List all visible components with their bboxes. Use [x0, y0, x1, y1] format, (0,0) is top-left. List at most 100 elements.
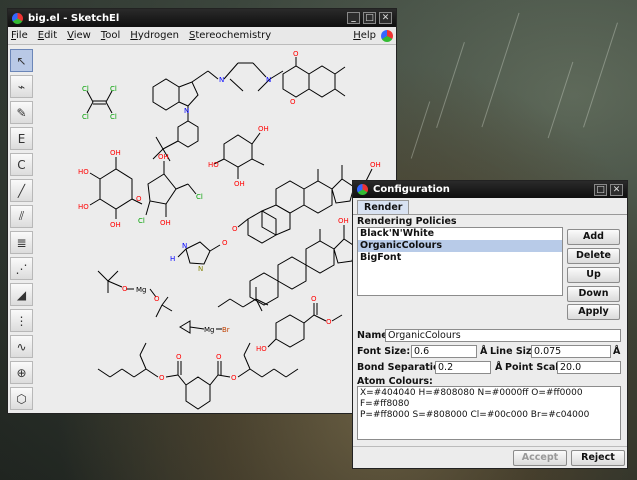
tool-button[interactable]: ⌁ — [10, 75, 33, 98]
atom-label: Mg — [136, 286, 146, 294]
policy-list[interactable]: Black'N'White OrganicColours BigFont — [357, 227, 563, 296]
tool-button[interactable]: ⬡ — [10, 387, 33, 410]
bond — [331, 314, 343, 322]
point-scale-field[interactable]: 20.0 — [557, 361, 621, 374]
menu-help[interactable]: Help — [353, 30, 376, 41]
atom-label: OH — [158, 153, 169, 161]
atom-label: Br — [222, 326, 230, 334]
bond — [207, 70, 219, 80]
bond — [86, 101, 94, 114]
atom-label: Cl — [110, 113, 117, 121]
list-item[interactable]: Black'N'White — [358, 228, 562, 240]
bond — [189, 326, 205, 330]
line-size-unit: Å — [613, 346, 621, 357]
bond — [251, 132, 261, 145]
ring — [99, 168, 133, 210]
atom-label: O — [232, 225, 238, 233]
down-button[interactable]: Down — [567, 286, 620, 302]
ring — [185, 376, 211, 410]
main-titlebar[interactable]: big.el - SketchEl _ □ ✕ — [8, 9, 396, 27]
bond-separation-field[interactable]: 0.2 — [435, 361, 491, 374]
ring-template-icon: ⬡ — [16, 391, 27, 406]
list-item-selected[interactable]: OrganicColours — [358, 240, 562, 252]
ring — [277, 256, 307, 290]
help-icon — [381, 29, 393, 42]
tool-button[interactable]: ⋰ — [10, 257, 33, 280]
ring — [282, 65, 310, 98]
atom-label: Mg — [204, 326, 214, 334]
maximize-button[interactable]: □ — [363, 12, 376, 24]
bond — [273, 368, 287, 378]
double-bond-icon: ⫽ — [18, 209, 25, 223]
delete-button[interactable]: Delete — [567, 248, 620, 264]
ring — [308, 65, 336, 98]
ring — [275, 180, 305, 214]
font-size-field[interactable]: 0.6 — [411, 345, 477, 358]
close-button[interactable]: ✕ — [610, 183, 623, 196]
eraser-tool-icon: ✎ — [16, 105, 27, 120]
maximize-button[interactable]: □ — [594, 183, 607, 196]
molecule-canvas[interactable]: Cl Cl Cl Cl N N N O O OH OH HO OH HO HO … — [38, 49, 394, 411]
menu-stereochemistry[interactable]: Stereochemistry — [189, 30, 271, 41]
bond — [139, 354, 147, 370]
menu-tool[interactable]: Tool — [101, 30, 120, 41]
ring — [179, 320, 191, 334]
tool-button[interactable]: ↖ — [10, 49, 33, 72]
close-button[interactable]: ✕ — [379, 12, 392, 24]
tool-button[interactable]: ⫽ — [10, 205, 33, 228]
menu-view[interactable]: View — [67, 30, 91, 41]
bond — [105, 101, 113, 114]
reject-button[interactable]: Reject — [571, 450, 625, 466]
atom-label: O — [293, 50, 299, 58]
atom-label: O — [216, 353, 222, 361]
atom-label: O — [222, 239, 228, 247]
config-titlebar[interactable]: Configuration □ ✕ — [353, 181, 627, 198]
tool-button[interactable]: E — [10, 127, 33, 150]
element-tool-icon: E — [17, 131, 26, 146]
ring — [305, 240, 335, 274]
atom-colours-line: P=#ff8000 S=#808000 Cl=#00c000 Br=#c0400… — [360, 410, 590, 420]
bond — [165, 374, 179, 378]
atom-label: O — [159, 374, 165, 382]
ring — [147, 173, 177, 205]
minimize-button[interactable]: _ — [347, 12, 360, 24]
tool-button[interactable]: ∿ — [10, 335, 33, 358]
bond — [107, 280, 123, 288]
bond — [177, 248, 187, 258]
menu-file[interactable]: File — [11, 30, 28, 41]
atom-label: OH — [338, 217, 349, 225]
list-item[interactable]: BigFont — [358, 252, 562, 264]
menu-edit[interactable]: Edit — [38, 30, 57, 41]
tool-button[interactable]: C — [10, 153, 33, 176]
bond — [217, 374, 231, 378]
atom-label: Cl — [82, 113, 89, 121]
bond — [223, 62, 239, 80]
single-bond-icon: ╱ — [17, 183, 26, 198]
molecule-drawing: Cl Cl Cl Cl N N N O O OH OH HO OH HO HO … — [78, 50, 381, 410]
tool-button[interactable]: ⋮ — [10, 309, 33, 332]
tool-button[interactable]: ◢ — [10, 283, 33, 306]
atom-label: HO — [78, 203, 89, 211]
apply-button[interactable]: Apply — [567, 304, 620, 320]
triple-bond-icon: ≣ — [16, 235, 27, 250]
atom-colours-field[interactable]: X=#404040 H=#808080 N=#0000ff O=#ff0000 … — [357, 386, 621, 440]
name-field[interactable]: OrganicColours — [385, 329, 621, 342]
tab-render[interactable]: Render — [357, 200, 410, 214]
bond — [97, 270, 109, 282]
atom-label: H — [170, 255, 175, 263]
line-size-field[interactable]: 0.075 — [531, 345, 611, 358]
accept-button[interactable]: Accept — [513, 450, 567, 466]
bond — [313, 314, 327, 322]
tool-button[interactable]: ⊕ — [10, 361, 33, 384]
menu-hydrogen[interactable]: Hydrogen — [130, 30, 179, 41]
atom-label: N — [182, 242, 187, 250]
tool-button[interactable]: ╱ — [10, 179, 33, 202]
tool-button[interactable]: ≣ — [10, 231, 33, 254]
add-button[interactable]: Add — [567, 229, 620, 245]
bond — [334, 66, 346, 75]
bond — [133, 368, 147, 378]
tool-button[interactable]: ✎ — [10, 101, 33, 124]
bond — [251, 158, 265, 166]
atom-label: N — [198, 265, 203, 273]
up-button[interactable]: Up — [567, 267, 620, 283]
